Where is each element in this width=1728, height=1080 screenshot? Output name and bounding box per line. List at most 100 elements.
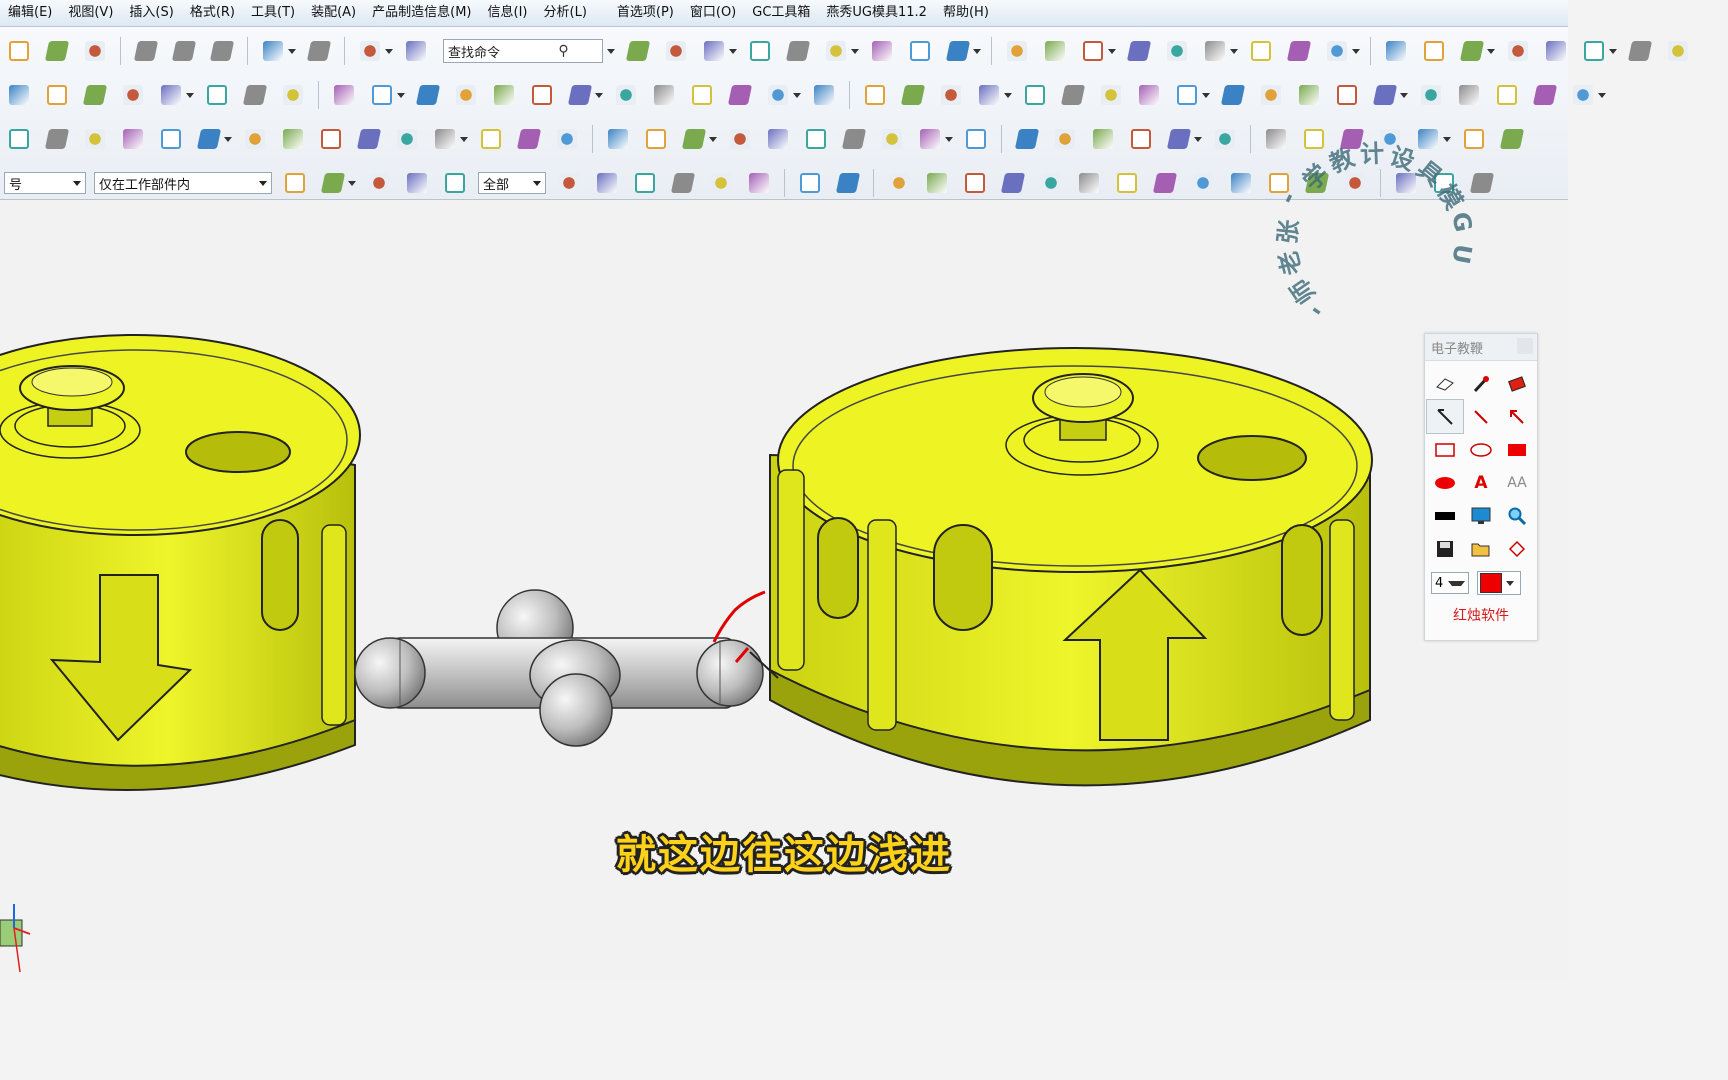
view-tool-1-button[interactable] <box>625 38 651 64</box>
curve-tool-37-button[interactable] <box>1461 126 1487 152</box>
open-tool[interactable] <box>1463 532 1499 565</box>
snap-tool-6-button[interactable] <box>746 170 772 196</box>
snap-tool-7-button[interactable] <box>797 170 823 196</box>
chevron-down-icon[interactable] <box>1609 48 1617 54</box>
curve-tool-16-button[interactable] <box>605 126 631 152</box>
snap-tool-8-button[interactable] <box>835 170 861 196</box>
feature-tool-14-button[interactable] <box>529 82 555 108</box>
feature-tool-28-button[interactable] <box>1098 82 1124 108</box>
highlighter-tool[interactable] <box>1499 367 1535 400</box>
feature-tool-4-button[interactable] <box>120 82 146 108</box>
chevron-down-icon[interactable] <box>1108 48 1116 54</box>
pen-tool[interactable] <box>1463 367 1499 400</box>
feature-tool-1-button[interactable] <box>6 82 32 108</box>
feature-tool-7-button[interactable] <box>242 82 268 108</box>
view-tool-5-button[interactable] <box>785 38 811 64</box>
menu-insert[interactable]: 插入(S) <box>121 0 181 26</box>
view-tool-3-button[interactable] <box>701 38 727 64</box>
view-tool-22-button[interactable] <box>1505 38 1531 64</box>
type-filter-select[interactable]: 号 <box>4 172 86 194</box>
pointer-tool[interactable] <box>1426 399 1464 434</box>
chevron-down-icon[interactable] <box>224 136 232 142</box>
menu-format[interactable]: 格式(R) <box>182 0 243 26</box>
cut-button[interactable] <box>133 38 159 64</box>
feature-tool-31-button[interactable] <box>1220 82 1246 108</box>
view-tool-6-button[interactable] <box>823 38 849 64</box>
feature-tool-39-button[interactable] <box>1532 82 1558 108</box>
text-tool[interactable]: A <box>1463 466 1499 499</box>
feature-tool-11-button[interactable] <box>415 82 441 108</box>
view-tool-16-button[interactable] <box>1248 38 1274 64</box>
curve-tool-19-button[interactable] <box>727 126 753 152</box>
feature-tool-33-button[interactable] <box>1296 82 1322 108</box>
curve-tool-38-button[interactable] <box>1499 126 1525 152</box>
curve-tool-22-button[interactable] <box>841 126 867 152</box>
menu-help[interactable]: 帮助(H) <box>935 0 997 26</box>
feature-tool-10-button[interactable] <box>369 82 395 108</box>
snap-tool-15-button[interactable] <box>1114 170 1140 196</box>
curve-tool-25-button[interactable] <box>963 126 989 152</box>
curve-tool-30-button[interactable] <box>1166 126 1192 152</box>
curve-tool-5-button[interactable] <box>158 126 184 152</box>
snap-tool-18-button[interactable] <box>1228 170 1254 196</box>
selection-tool-3-button[interactable] <box>366 170 392 196</box>
snap-tool-3-button[interactable] <box>632 170 658 196</box>
curve-tool-1-button[interactable] <box>6 126 32 152</box>
feature-tool-12-button[interactable] <box>453 82 479 108</box>
feature-tool-26-button[interactable] <box>1022 82 1048 108</box>
selection-tool-4-button[interactable] <box>404 170 430 196</box>
chevron-down-icon[interactable] <box>607 48 615 54</box>
feature-tool-5-button[interactable] <box>158 82 184 108</box>
curve-tool-8-button[interactable] <box>280 126 306 152</box>
feature-tool-22-button[interactable] <box>862 82 888 108</box>
paste-button[interactable] <box>209 38 235 64</box>
curve-tool-20-button[interactable] <box>765 126 791 152</box>
curve-tool-21-button[interactable] <box>803 126 829 152</box>
chevron-down-icon[interactable] <box>288 48 296 54</box>
undo-button[interactable] <box>260 38 286 64</box>
search-icon[interactable]: ⚲ <box>525 43 602 59</box>
graphics-viewport[interactable]: 就这边往这边浅进 <box>0 200 1568 980</box>
view-tool-12-button[interactable] <box>1080 38 1106 64</box>
snap-tool-17-button[interactable] <box>1190 170 1216 196</box>
snap-tool-16-button[interactable] <box>1152 170 1178 196</box>
curve-tool-31-button[interactable] <box>1212 126 1238 152</box>
curve-tool-36-button[interactable] <box>1415 126 1441 152</box>
curve-tool-26-button[interactable] <box>1014 126 1040 152</box>
menu-window[interactable]: 窗口(O) <box>682 0 744 26</box>
left-cap-part[interactable] <box>0 334 361 791</box>
feature-tool-32-button[interactable] <box>1258 82 1284 108</box>
new-button[interactable] <box>6 38 32 64</box>
snap-tool-11-button[interactable] <box>962 170 988 196</box>
menu-information[interactable]: 信息(I) <box>480 0 536 26</box>
view-tool-8-button[interactable] <box>907 38 933 64</box>
chevron-down-icon[interactable] <box>460 136 468 142</box>
snap-tool-9-button[interactable] <box>886 170 912 196</box>
view-tool-10-button[interactable] <box>1004 38 1030 64</box>
view-tool-15-button[interactable] <box>1202 38 1228 64</box>
curve-tool-7-button[interactable] <box>242 126 268 152</box>
save-tool[interactable] <box>1427 532 1463 565</box>
feature-tool-16-button[interactable] <box>613 82 639 108</box>
view-tool-20-button[interactable] <box>1421 38 1447 64</box>
view-tool-24-button[interactable] <box>1581 38 1607 64</box>
chevron-down-icon[interactable] <box>1004 92 1012 98</box>
chevron-down-icon[interactable] <box>729 48 737 54</box>
view-tool-19-button[interactable] <box>1383 38 1409 64</box>
magnifier-tool[interactable] <box>1499 499 1535 532</box>
feature-tool-2-button[interactable] <box>44 82 70 108</box>
chevron-down-icon[interactable] <box>1443 136 1451 142</box>
snap-tool-14-button[interactable] <box>1076 170 1102 196</box>
curve-tool-28-button[interactable] <box>1090 126 1116 152</box>
view-tool-7-button[interactable] <box>869 38 895 64</box>
selection-scope-select[interactable]: 仅在工作部件内 <box>94 172 272 194</box>
chevron-down-icon[interactable] <box>945 136 953 142</box>
view-tool-21-button[interactable] <box>1459 38 1485 64</box>
curve-tool-13-button[interactable] <box>478 126 504 152</box>
rectangle-tool[interactable] <box>1427 433 1463 466</box>
menu-yanxiu-mold[interactable]: 燕秀UG模具11.2 <box>818 0 935 26</box>
feature-tool-34-button[interactable] <box>1334 82 1360 108</box>
selection-tool-5-button[interactable] <box>442 170 468 196</box>
view-tool-4-button[interactable] <box>747 38 773 64</box>
curve-tool-24-button[interactable] <box>917 126 943 152</box>
